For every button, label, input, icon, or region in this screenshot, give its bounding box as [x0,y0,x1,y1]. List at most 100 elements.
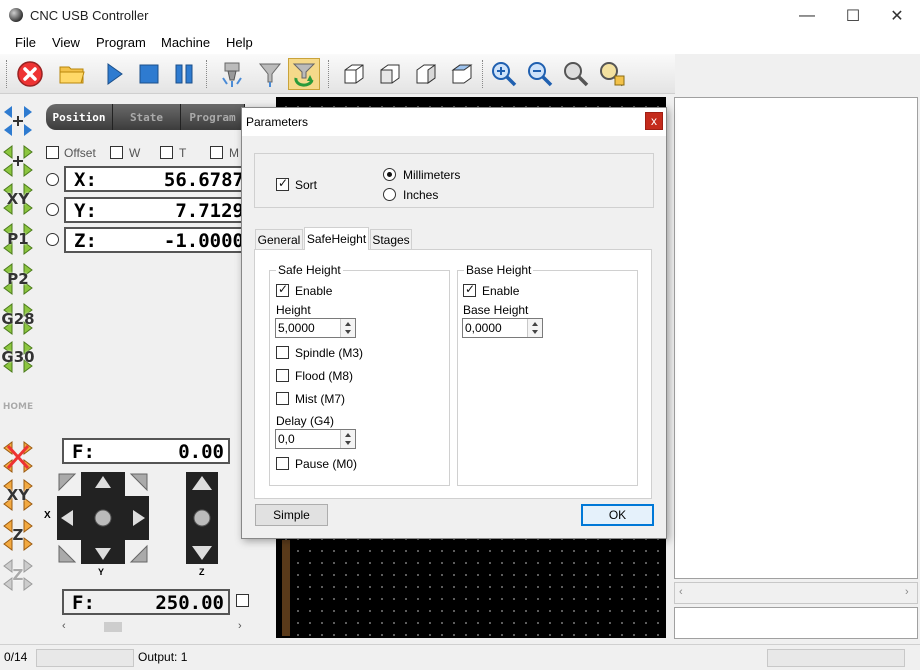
y-coord-display[interactable]: Y: 7.7129 [64,197,244,223]
zero-xy-button[interactable]: XY [2,478,34,512]
goto-g30-button[interactable]: G30 [1,340,35,374]
spin-up-icon[interactable] [345,322,351,326]
feed-display[interactable]: F: 0.00 [62,438,230,464]
y-axis-radio[interactable] [46,203,59,216]
xy-jog-pad[interactable] [57,472,149,564]
z-coord-display[interactable]: Z: -1.0000 [64,227,244,253]
flood-checkbox[interactable] [276,369,289,382]
home-button[interactable]: HOME [2,390,34,424]
spindle-checkbox[interactable] [276,346,289,359]
move-all-button[interactable] [2,104,34,138]
spin-up-icon[interactable] [532,322,538,326]
menu-help[interactable]: Help [226,35,253,50]
ok-button[interactable]: OK [581,504,654,526]
maximize-button[interactable]: ☐ [830,0,876,32]
millimeters-radio[interactable] [383,168,396,181]
zoom-out-button[interactable] [524,58,556,90]
clear-zero-button[interactable] [2,440,34,474]
base-height-spin-buttons[interactable] [527,319,542,337]
height-spinbox[interactable]: 5,0000 [275,318,356,338]
view-side-button[interactable] [410,58,442,90]
open-file-button[interactable] [56,58,88,90]
auto-mode-button[interactable] [288,58,320,90]
w-checkbox[interactable] [110,146,123,159]
probe-z-button[interactable]: Z [2,558,34,592]
spindle-button[interactable] [216,58,248,90]
menu-file[interactable]: File [15,35,36,50]
menu-program[interactable]: Program [96,35,146,50]
scroll-right-icon[interactable]: › [905,586,909,598]
spin-up-icon[interactable] [345,433,351,437]
simple-button[interactable]: Simple [255,504,328,526]
gcode-scrollbar[interactable]: ‹ › [674,582,918,604]
menu-view[interactable]: View [52,35,80,50]
coolant-button[interactable] [254,58,286,90]
delay-spin-buttons[interactable] [340,430,355,448]
scroll-left-icon[interactable]: ‹ [62,620,66,632]
zoom-fit-button[interactable] [560,58,592,90]
z-jog-pad[interactable] [186,472,218,564]
w-label: W [129,146,141,160]
m-checkbox[interactable] [210,146,223,159]
move-center-button[interactable] [2,144,34,178]
feed-value: 0.00 [178,441,224,463]
spin-down-icon[interactable] [532,330,538,334]
view-top-button[interactable] [446,58,478,90]
tab-safeheight[interactable]: SafeHeight [304,227,369,250]
base-height-spinbox[interactable]: 0,0000 [462,318,543,338]
zoom-extents-button[interactable] [596,58,628,90]
x-axis-radio[interactable] [46,173,59,186]
command-input[interactable] [674,607,918,639]
spin-down-icon[interactable] [345,441,351,445]
sort-checkbox[interactable] [276,176,289,191]
pause-button[interactable] [168,58,200,90]
g28-label: G28 [1,310,35,328]
tab-position[interactable]: Position [46,104,113,130]
offset-checkbox[interactable] [46,146,59,159]
spin-down-icon[interactable] [345,330,351,334]
view-front-button[interactable] [374,58,406,90]
window-title: CNC USB Controller [30,8,149,23]
base-height-label: Base Height [463,303,529,317]
pause-checkbox[interactable] [276,457,289,470]
t-checkbox[interactable] [160,146,173,159]
mist-checkbox[interactable] [276,392,289,405]
gcode-panel[interactable] [674,97,918,579]
menu-machine[interactable]: Machine [161,35,210,50]
scroll-left-icon[interactable]: ‹ [679,586,683,598]
delay-spinbox[interactable]: 0,0 [275,429,356,449]
dialog-close-button[interactable]: x [645,112,663,130]
goto-p2-button[interactable]: P2 [2,262,34,296]
stop-emergency-button[interactable] [14,58,46,90]
scroll-right-icon[interactable]: › [238,620,242,632]
inches-radio[interactable] [383,188,396,201]
toolbar-separator [6,60,8,88]
goto-g28-button[interactable]: G28 [1,302,35,336]
tab-general[interactable]: General [255,229,303,249]
play-button[interactable] [98,58,130,90]
position-panel-scrollbar[interactable]: ‹ › [60,620,246,634]
mist-label: Mist (M7) [295,392,345,406]
zero-z-button[interactable]: Z [2,518,34,552]
tab-stages[interactable]: Stages [370,229,412,249]
x-coord-display[interactable]: X: 56.6787 [64,166,244,192]
height-spin-buttons[interactable] [340,319,355,337]
goto-p1-button[interactable]: P1 [2,222,34,256]
tab-program[interactable]: Program [181,104,245,130]
app-icon [9,8,23,22]
speed-display[interactable]: F: 250.00 [62,589,230,615]
z-axis-radio[interactable] [46,233,59,246]
close-button[interactable]: ✕ [874,0,920,32]
safe-height-enable-checkbox[interactable] [276,282,289,297]
tab-state[interactable]: State [113,104,181,130]
scroll-thumb[interactable] [104,622,122,632]
zoom-out-icon [528,62,553,87]
speed-override-checkbox[interactable] [236,594,249,607]
view-iso-button[interactable] [338,58,370,90]
z-coord-value: -1.0000 [163,230,244,252]
goto-xy-zero-button[interactable]: XY [2,182,34,216]
minimize-button[interactable]: — [784,0,830,32]
zoom-in-button[interactable] [488,58,520,90]
stop-button[interactable] [133,58,165,90]
base-height-enable-checkbox[interactable] [463,282,476,297]
